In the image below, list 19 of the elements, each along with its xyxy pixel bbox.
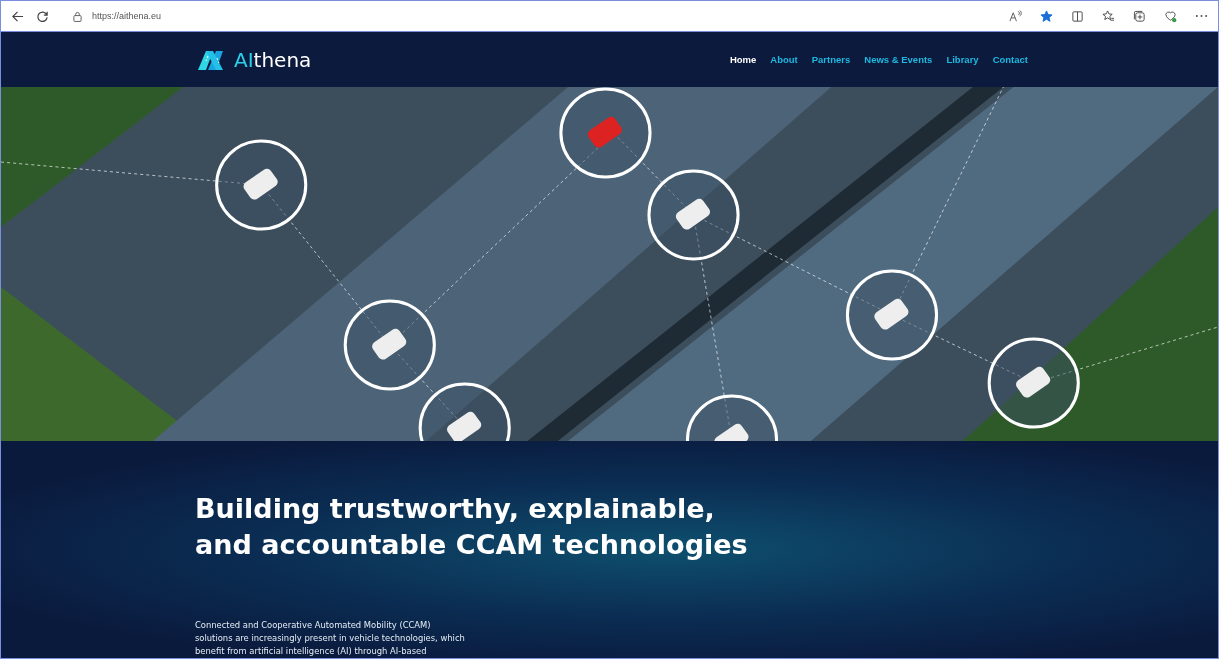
nav-link[interactable]: Library bbox=[946, 54, 979, 65]
more-icon[interactable] bbox=[1195, 14, 1208, 18]
headline: Building trustworthy, explainable, and accountable CCAM technologies bbox=[195, 492, 749, 562]
favorites-icon[interactable] bbox=[1102, 9, 1115, 23]
intro-paragraph: Connected and Cooperative Automated Mobility (CCAM) solutions are increasingly present in vehicle technologies, which benefit from artificial intelligence (AI) through AI-based bbox=[195, 619, 466, 658]
nav-link[interactable]: Home bbox=[729, 54, 757, 65]
nav-link[interactable]: News & Events bbox=[864, 54, 933, 65]
reload-icon[interactable] bbox=[36, 9, 49, 23]
back-icon[interactable] bbox=[11, 9, 24, 23]
extension-icon[interactable] bbox=[1164, 9, 1177, 23]
read-aloud-icon[interactable] bbox=[1009, 9, 1022, 23]
nav-link[interactable]: Partners bbox=[811, 54, 851, 65]
star-icon[interactable] bbox=[1040, 9, 1053, 23]
nav-link[interactable]: About bbox=[770, 54, 798, 65]
nav-link[interactable]: Contact bbox=[992, 54, 1028, 65]
split-screen-icon[interactable] bbox=[1071, 9, 1084, 23]
collections-icon[interactable] bbox=[1133, 9, 1146, 23]
logo-wordmark: AIthena bbox=[234, 47, 312, 72]
lock-icon bbox=[73, 10, 82, 22]
